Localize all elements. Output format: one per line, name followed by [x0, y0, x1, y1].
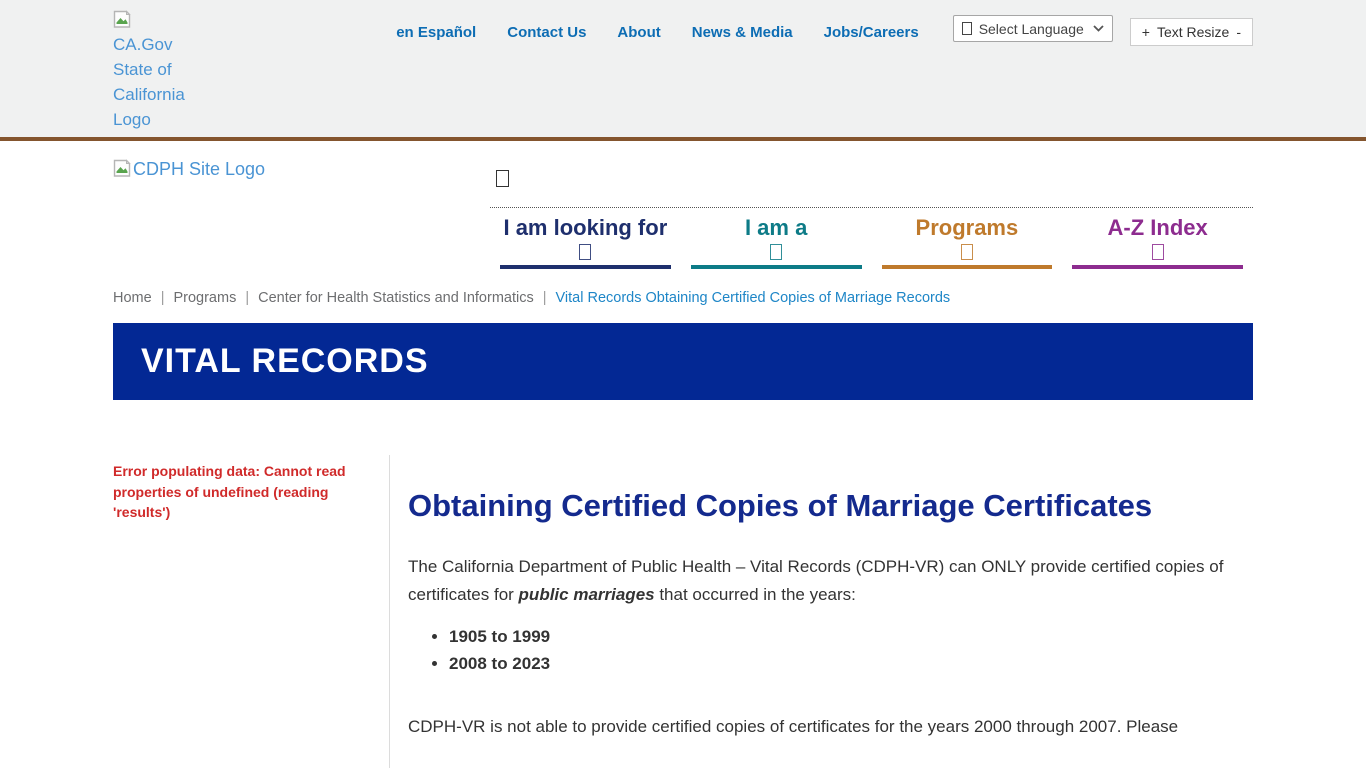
text-increase-button[interactable]: +: [1142, 24, 1150, 40]
intro-text-after: that occurred in the years:: [655, 585, 856, 604]
breadcrumb-separator: |: [161, 290, 165, 306]
breadcrumb-home[interactable]: Home: [113, 290, 152, 306]
banner-title: VITAL RECORDS: [141, 342, 429, 381]
list-item: 2008 to 2023: [449, 651, 1253, 678]
vital-records-banner: VITAL RECORDS: [113, 323, 1253, 400]
breadcrumb-programs[interactable]: Programs: [173, 290, 236, 306]
nav-link-news-media[interactable]: News & Media: [692, 24, 793, 41]
nav-link-en-espanol[interactable]: en Español: [396, 24, 476, 41]
intro-emphasis: public marriages: [519, 585, 655, 604]
tab-underline: [500, 265, 671, 269]
ca-logo-alt-line: State of: [113, 60, 172, 79]
tab-i-am-looking-for[interactable]: I am looking for: [490, 215, 681, 269]
language-select-dropdown[interactable]: Select Language: [953, 15, 1113, 42]
utility-nav: en Español Contact Us About News & Media…: [396, 24, 918, 41]
intro-paragraph: The California Department of Public Heal…: [408, 553, 1253, 609]
page-title: Obtaining Certified Copies of Marriage C…: [408, 481, 1253, 531]
list-item: 1905 to 1999: [449, 624, 1253, 651]
tab-label: A-Z Index: [1108, 215, 1208, 241]
chevron-down-icon: [1093, 25, 1104, 32]
breadcrumb-separator: |: [543, 290, 547, 306]
main-content: Obtaining Certified Copies of Marriage C…: [390, 455, 1253, 768]
left-sidebar: Error populating data: Cannot read prope…: [113, 455, 390, 768]
text-resize-control: + Text Resize -: [1130, 18, 1253, 46]
chevron-down-icon: [1152, 244, 1164, 260]
ca-logo-alt-line: CA.Gov: [113, 35, 173, 54]
nav-link-contact-us[interactable]: Contact Us: [507, 24, 586, 41]
tab-underline: [882, 265, 1053, 269]
chevron-down-icon: [579, 244, 591, 260]
text-resize-label: Text Resize: [1157, 24, 1229, 40]
ca-logo-alt-line: California: [113, 85, 185, 104]
tab-label: Programs: [916, 215, 1019, 241]
language-select-label: Select Language: [979, 21, 1084, 37]
tab-underline: [691, 265, 862, 269]
tab-a-z-index[interactable]: A-Z Index: [1062, 215, 1253, 269]
tab-label: I am looking for: [503, 215, 667, 241]
tab-underline: [1072, 265, 1243, 269]
cdph-site-logo-link[interactable]: CDPH Site Logo: [113, 157, 490, 269]
broken-image-icon: [113, 10, 131, 29]
broken-image-icon: [113, 159, 131, 178]
content-area: Error populating data: Cannot read prope…: [113, 455, 1253, 768]
site-header: CDPH Site Logo I am looking for I am a P…: [0, 141, 1366, 283]
breadcrumb-separator: |: [245, 290, 249, 306]
breadcrumb-current-page[interactable]: Vital Records Obtaining Certified Copies…: [556, 290, 951, 306]
tab-label: I am a: [745, 215, 807, 241]
language-icon: [962, 22, 972, 35]
search-icon[interactable]: [496, 170, 509, 187]
year-range-list: 1905 to 1999 2008 to 2023: [408, 624, 1253, 677]
cdph-logo-alt-text: CDPH Site Logo: [133, 159, 265, 180]
ca-gov-logo-link[interactable]: CA.Gov State of California Logo: [113, 10, 187, 132]
chevron-down-icon: [770, 244, 782, 260]
note-paragraph: CDPH-VR is not able to provide certified…: [408, 713, 1253, 741]
sidebar-error-message: Error populating data: Cannot read prope…: [113, 461, 365, 523]
breadcrumb: Home | Programs | Center for Health Stat…: [113, 283, 1253, 315]
ca-logo-alt-line: Logo: [113, 110, 151, 129]
nav-link-jobs-careers[interactable]: Jobs/Careers: [824, 24, 919, 41]
nav-link-about[interactable]: About: [617, 24, 660, 41]
breadcrumb-chsi[interactable]: Center for Health Statistics and Informa…: [258, 290, 534, 306]
primary-nav-region: I am looking for I am a Programs A-Z Ind…: [490, 157, 1253, 269]
text-decrease-button[interactable]: -: [1236, 24, 1241, 40]
tab-i-am-a[interactable]: I am a: [681, 215, 872, 269]
chevron-down-icon: [961, 244, 973, 260]
tab-programs[interactable]: Programs: [872, 215, 1063, 269]
primary-nav-tabs: I am looking for I am a Programs A-Z Ind…: [490, 207, 1253, 269]
utility-bar: CA.Gov State of California Logo en Españ…: [0, 0, 1366, 141]
